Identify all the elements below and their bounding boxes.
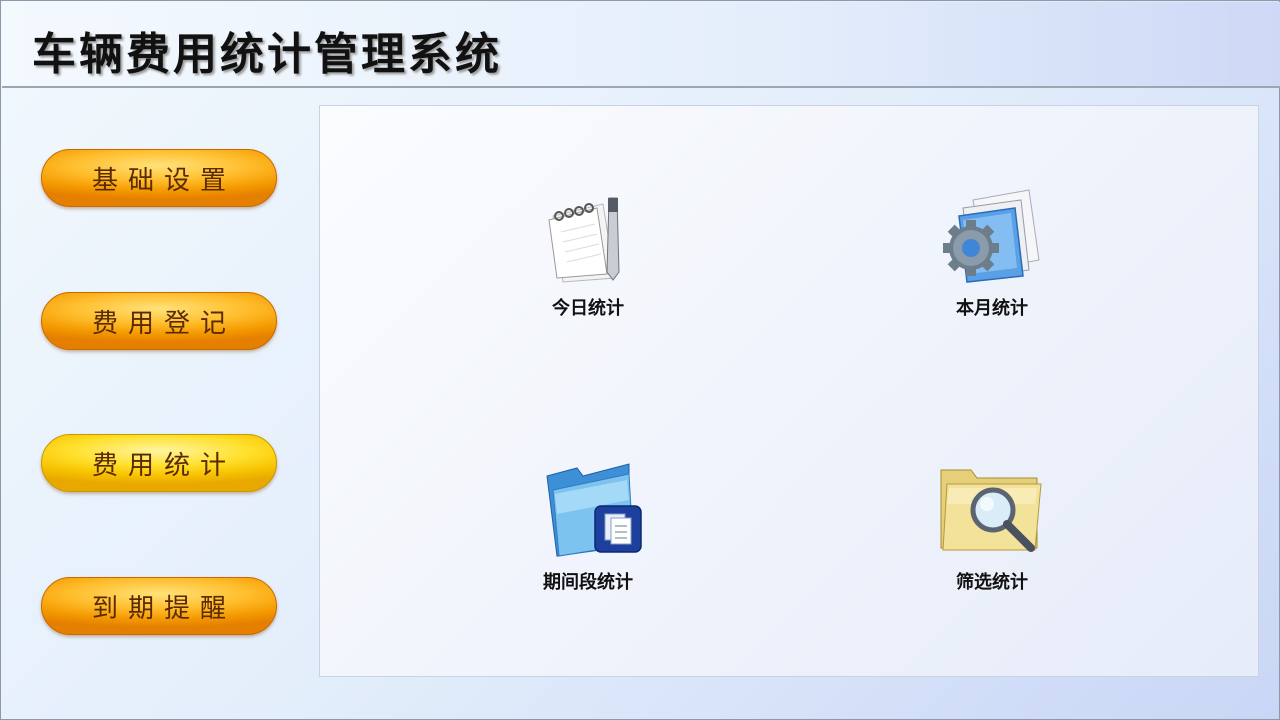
tile-today-statistics[interactable]: 今日统计 (488, 186, 688, 346)
tile-label: 本月统计 (956, 298, 1028, 319)
nav-button-expiry-reminder[interactable]: 到期提醒 (41, 577, 277, 635)
tile-filter-statistics[interactable]: 筛选统计 (892, 460, 1092, 620)
tile-label: 期间段统计 (543, 572, 633, 593)
main-panel: 今日统计 本月统计 期间段统计 筛选统计 (319, 105, 1259, 677)
tile-period-statistics[interactable]: 期间段统计 (488, 460, 688, 620)
folder-search-icon (937, 460, 1047, 560)
tile-label: 今日统计 (552, 298, 624, 319)
tile-label: 筛选统计 (956, 572, 1028, 593)
blue-folder-icon (533, 460, 643, 560)
nav-button-expense-registration[interactable]: 费用登记 (41, 292, 277, 350)
app-title: 车辆费用统计管理系统 (32, 29, 502, 80)
nav-button-expense-statistics[interactable]: 费用统计 (41, 434, 277, 492)
header-bar: 车辆费用统计管理系统 (2, 2, 1280, 88)
nav-button-basic-settings[interactable]: 基础设置 (41, 149, 277, 207)
gear-documents-icon (937, 186, 1047, 286)
notepad-pen-icon (533, 186, 643, 286)
app-window: 车辆费用统计管理系统 基础设置 费用登记 费用统计 到期提醒 今日统计 本月统计… (0, 0, 1280, 720)
tile-month-statistics[interactable]: 本月统计 (892, 186, 1092, 346)
